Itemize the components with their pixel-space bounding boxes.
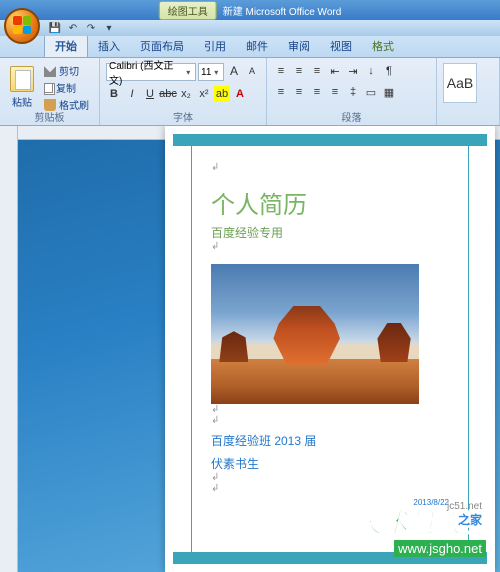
group-clipboard: 粘贴 剪切 复制 格式刷 剪贴板 xyxy=(0,58,100,125)
align-left-button[interactable]: ≡ xyxy=(273,84,289,100)
document-area: ↲ 个人简历 百度经验专用 ↲ ↲ ↲ 百度经验班 2013 届 伏素书生 ↲ … xyxy=(0,126,500,572)
numbering-button[interactable]: ≡ xyxy=(291,63,307,79)
italic-button[interactable]: I xyxy=(124,86,140,102)
tab-page-layout[interactable]: 页面布局 xyxy=(130,35,194,57)
style-normal[interactable]: AaB xyxy=(443,63,477,103)
group-label-clipboard: 剪贴板 xyxy=(0,109,99,124)
paragraph-mark: ↲ xyxy=(211,415,449,426)
contextual-tab-label: 绘图工具 xyxy=(159,1,217,20)
tab-references[interactable]: 引用 xyxy=(194,35,236,57)
group-label-font: 字体 xyxy=(100,109,266,124)
font-size-select[interactable]: 11▾ xyxy=(198,63,224,81)
paragraph-mark: ↲ xyxy=(211,404,449,415)
highlight-button[interactable]: ab xyxy=(214,86,230,102)
qat-area: 💾 ↶ ↷ ▾ xyxy=(0,20,500,36)
paste-icon xyxy=(10,66,34,92)
sort-button[interactable]: ↓ xyxy=(363,63,379,79)
line-spacing-button[interactable]: ‡ xyxy=(345,84,361,100)
strikethrough-button[interactable]: abc xyxy=(160,86,176,102)
office-logo-icon xyxy=(13,16,31,34)
borders-button[interactable]: ▦ xyxy=(381,84,397,100)
quick-access-toolbar: 💾 ↶ ↷ ▾ xyxy=(48,21,116,35)
tab-format[interactable]: 格式 xyxy=(362,35,404,57)
tab-mailings[interactable]: 邮件 xyxy=(236,35,278,57)
chevron-down-icon: ▾ xyxy=(211,68,221,77)
group-font: Calibri (西文正文)▾ 11▾ A A B I U abc x₂ x² … xyxy=(100,58,267,125)
paragraph-mark: ↲ xyxy=(211,162,449,173)
tab-review[interactable]: 审阅 xyxy=(278,35,320,57)
bullets-button[interactable]: ≡ xyxy=(273,63,289,79)
page-decor-top xyxy=(173,134,487,146)
doc-date[interactable]: 2013/8/22 xyxy=(211,498,449,507)
document-page[interactable]: ↲ 个人简历 百度经验专用 ↲ ↲ ↲ 百度经验班 2013 届 伏素书生 ↲ … xyxy=(165,126,495,572)
font-color-button[interactable]: A xyxy=(232,86,248,102)
tab-insert[interactable]: 插入 xyxy=(88,35,130,57)
bold-button[interactable]: B xyxy=(106,86,122,102)
increase-indent-button[interactable]: ⇥ xyxy=(345,63,361,79)
decrease-indent-button[interactable]: ⇤ xyxy=(327,63,343,79)
office-button[interactable] xyxy=(4,8,40,44)
ribbon: 粘贴 剪切 复制 格式刷 剪贴板 Calibri (西文正文)▾ 11▾ A A… xyxy=(0,58,500,126)
shading-button[interactable]: ▭ xyxy=(363,84,379,100)
copy-button[interactable]: 复制 xyxy=(42,80,91,95)
cut-button[interactable]: 剪切 xyxy=(42,63,91,78)
ribbon-tabs: 开始 插入 页面布局 引用 邮件 审阅 视图 格式 xyxy=(0,36,500,58)
superscript-button[interactable]: x² xyxy=(196,86,212,102)
chevron-down-icon: ▾ xyxy=(183,68,193,77)
doc-line-class[interactable]: 百度经验班 2013 届 xyxy=(211,432,449,449)
paste-button[interactable]: 粘贴 xyxy=(4,64,40,109)
doc-line-author[interactable]: 伏素书生 xyxy=(211,455,449,472)
page-decor-bottom xyxy=(173,552,487,564)
paragraph-mark: ↲ xyxy=(211,472,449,483)
align-right-button[interactable]: ≡ xyxy=(309,84,325,100)
undo-icon[interactable]: ↶ xyxy=(66,21,80,35)
grow-font-button[interactable]: A xyxy=(226,63,242,79)
page-decor-left xyxy=(191,134,192,564)
group-label-paragraph: 段落 xyxy=(267,109,436,124)
multilevel-button[interactable]: ≡ xyxy=(309,63,325,79)
shrink-font-button[interactable]: A xyxy=(244,63,260,79)
tab-home[interactable]: 开始 xyxy=(44,34,88,57)
subscript-button[interactable]: x₂ xyxy=(178,86,194,102)
tab-view[interactable]: 视图 xyxy=(320,35,362,57)
paragraph-mark: ↲ xyxy=(211,483,449,494)
group-paragraph: ≡ ≡ ≡ ⇤ ⇥ ↓ ¶ ≡ ≡ ≡ ≡ ‡ ▭ ▦ 段落 xyxy=(267,58,437,125)
font-name-select[interactable]: Calibri (西文正文)▾ xyxy=(106,63,196,81)
scissors-icon xyxy=(44,65,56,77)
vertical-ruler[interactable] xyxy=(0,126,18,572)
underline-button[interactable]: U xyxy=(142,86,158,102)
copy-icon xyxy=(44,83,53,93)
group-styles: AaB xyxy=(437,58,500,125)
show-marks-button[interactable]: ¶ xyxy=(381,63,397,79)
page-decor-right xyxy=(468,134,469,564)
doc-title[interactable]: 个人简历 xyxy=(211,185,449,220)
paste-label: 粘贴 xyxy=(12,94,32,109)
justify-button[interactable]: ≡ xyxy=(327,84,343,100)
image-ground xyxy=(211,359,419,404)
qat-dropdown-icon[interactable]: ▾ xyxy=(102,21,116,35)
save-icon[interactable]: 💾 xyxy=(48,21,62,35)
doc-image[interactable] xyxy=(211,264,419,404)
document-content[interactable]: ↲ 个人简历 百度经验专用 ↲ ↲ ↲ 百度经验班 2013 届 伏素书生 ↲ … xyxy=(211,162,449,536)
window-title: 新建 Microsoft Office Word xyxy=(223,3,342,18)
redo-icon[interactable]: ↷ xyxy=(84,21,98,35)
doc-subtitle[interactable]: 百度经验专用 xyxy=(211,224,449,241)
align-center-button[interactable]: ≡ xyxy=(291,84,307,100)
window-titlebar: 绘图工具 新建 Microsoft Office Word xyxy=(0,0,500,20)
paragraph-mark: ↲ xyxy=(211,241,449,252)
